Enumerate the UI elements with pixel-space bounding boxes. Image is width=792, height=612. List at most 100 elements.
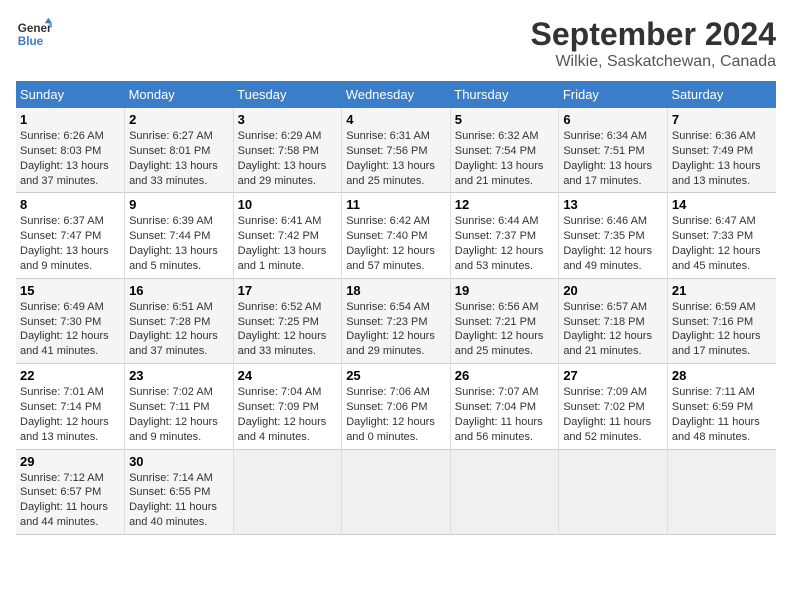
cell-content: Sunrise: 6:44 AM Sunset: 7:37 PM Dayligh… — [455, 214, 555, 273]
calendar-cell — [559, 449, 668, 534]
day-number: 15 — [20, 283, 120, 298]
day-number: 4 — [346, 112, 446, 127]
sunrise-text: Sunrise: 6:49 AM — [20, 301, 104, 313]
weekday-header-row: SundayMondayTuesdayWednesdayThursdayFrid… — [16, 81, 776, 108]
cell-content: Sunrise: 6:32 AM Sunset: 7:54 PM Dayligh… — [455, 129, 555, 188]
calendar-cell: 6 Sunrise: 6:34 AM Sunset: 7:51 PM Dayli… — [559, 108, 668, 193]
calendar-cell: 28 Sunrise: 7:11 AM Sunset: 6:59 PM Dayl… — [667, 364, 776, 449]
day-number: 23 — [129, 368, 229, 383]
daylight-text: Daylight: 13 hours and 29 minutes. — [238, 160, 327, 187]
day-number: 17 — [238, 283, 338, 298]
sunset-text: Sunset: 7:25 PM — [238, 316, 319, 328]
cell-content: Sunrise: 6:51 AM Sunset: 7:28 PM Dayligh… — [129, 300, 229, 359]
daylight-text: Daylight: 11 hours and 44 minutes. — [20, 501, 108, 528]
daylight-text: Daylight: 13 hours and 21 minutes. — [455, 160, 544, 187]
day-number: 24 — [238, 368, 338, 383]
daylight-text: Daylight: 11 hours and 48 minutes. — [672, 416, 760, 443]
sunset-text: Sunset: 6:55 PM — [129, 486, 210, 498]
sunrise-text: Sunrise: 6:29 AM — [238, 130, 322, 142]
day-number: 5 — [455, 112, 555, 127]
sunrise-text: Sunrise: 6:54 AM — [346, 301, 430, 313]
daylight-text: Daylight: 12 hours and 33 minutes. — [238, 330, 327, 357]
day-number: 9 — [129, 197, 229, 212]
calendar-cell: 30 Sunrise: 7:14 AM Sunset: 6:55 PM Dayl… — [125, 449, 234, 534]
daylight-text: Daylight: 13 hours and 17 minutes. — [563, 160, 652, 187]
day-number: 30 — [129, 454, 229, 469]
weekday-header: Friday — [559, 81, 668, 108]
sunrise-text: Sunrise: 6:31 AM — [346, 130, 430, 142]
cell-content: Sunrise: 6:36 AM Sunset: 7:49 PM Dayligh… — [672, 129, 772, 188]
calendar-cell: 7 Sunrise: 6:36 AM Sunset: 7:49 PM Dayli… — [667, 108, 776, 193]
calendar-cell: 29 Sunrise: 7:12 AM Sunset: 6:57 PM Dayl… — [16, 449, 125, 534]
calendar-table: SundayMondayTuesdayWednesdayThursdayFrid… — [16, 81, 776, 535]
calendar-cell: 15 Sunrise: 6:49 AM Sunset: 7:30 PM Dayl… — [16, 278, 125, 363]
sunrise-text: Sunrise: 7:14 AM — [129, 472, 213, 484]
calendar-cell — [233, 449, 342, 534]
sunrise-text: Sunrise: 6:32 AM — [455, 130, 539, 142]
sunrise-text: Sunrise: 6:59 AM — [672, 301, 756, 313]
daylight-text: Daylight: 13 hours and 13 minutes. — [672, 160, 761, 187]
sunset-text: Sunset: 7:33 PM — [672, 230, 753, 242]
calendar-cell: 16 Sunrise: 6:51 AM Sunset: 7:28 PM Dayl… — [125, 278, 234, 363]
weekday-header: Thursday — [450, 81, 559, 108]
day-number: 13 — [563, 197, 663, 212]
calendar-cell: 1 Sunrise: 6:26 AM Sunset: 8:03 PM Dayli… — [16, 108, 125, 193]
calendar-cell: 25 Sunrise: 7:06 AM Sunset: 7:06 PM Dayl… — [342, 364, 451, 449]
cell-content: Sunrise: 7:01 AM Sunset: 7:14 PM Dayligh… — [20, 385, 120, 444]
weekday-header: Tuesday — [233, 81, 342, 108]
sunrise-text: Sunrise: 6:44 AM — [455, 215, 539, 227]
day-number: 1 — [20, 112, 120, 127]
weekday-header: Monday — [125, 81, 234, 108]
calendar-week-row: 22 Sunrise: 7:01 AM Sunset: 7:14 PM Dayl… — [16, 364, 776, 449]
daylight-text: Daylight: 12 hours and 45 minutes. — [672, 245, 761, 272]
weekday-header: Saturday — [667, 81, 776, 108]
day-number: 29 — [20, 454, 120, 469]
sunrise-text: Sunrise: 7:12 AM — [20, 472, 104, 484]
page-header: General Blue September 2024 Wilkie, Sask… — [16, 16, 776, 71]
cell-content: Sunrise: 6:39 AM Sunset: 7:44 PM Dayligh… — [129, 214, 229, 273]
day-number: 14 — [672, 197, 772, 212]
daylight-text: Daylight: 13 hours and 5 minutes. — [129, 245, 218, 272]
calendar-cell: 8 Sunrise: 6:37 AM Sunset: 7:47 PM Dayli… — [16, 193, 125, 278]
sunrise-text: Sunrise: 7:09 AM — [563, 386, 647, 398]
day-number: 7 — [672, 112, 772, 127]
day-number: 16 — [129, 283, 229, 298]
cell-content: Sunrise: 6:29 AM Sunset: 7:58 PM Dayligh… — [238, 129, 338, 188]
sunset-text: Sunset: 7:49 PM — [672, 145, 753, 157]
sunrise-text: Sunrise: 6:34 AM — [563, 130, 647, 142]
sunset-text: Sunset: 7:47 PM — [20, 230, 101, 242]
daylight-text: Daylight: 12 hours and 49 minutes. — [563, 245, 652, 272]
sunset-text: Sunset: 8:01 PM — [129, 145, 210, 157]
cell-content: Sunrise: 6:34 AM Sunset: 7:51 PM Dayligh… — [563, 129, 663, 188]
cell-content: Sunrise: 6:42 AM Sunset: 7:40 PM Dayligh… — [346, 214, 446, 273]
calendar-cell: 18 Sunrise: 6:54 AM Sunset: 7:23 PM Dayl… — [342, 278, 451, 363]
cell-content: Sunrise: 7:07 AM Sunset: 7:04 PM Dayligh… — [455, 385, 555, 444]
sunset-text: Sunset: 7:04 PM — [455, 401, 536, 413]
cell-content: Sunrise: 6:41 AM Sunset: 7:42 PM Dayligh… — [238, 214, 338, 273]
svg-text:Blue: Blue — [18, 35, 44, 48]
sunrise-text: Sunrise: 7:06 AM — [346, 386, 430, 398]
cell-content: Sunrise: 6:37 AM Sunset: 7:47 PM Dayligh… — [20, 214, 120, 273]
daylight-text: Daylight: 12 hours and 9 minutes. — [129, 416, 218, 443]
cell-content: Sunrise: 6:27 AM Sunset: 8:01 PM Dayligh… — [129, 129, 229, 188]
sunrise-text: Sunrise: 6:47 AM — [672, 215, 756, 227]
sunrise-text: Sunrise: 7:04 AM — [238, 386, 322, 398]
sunset-text: Sunset: 7:09 PM — [238, 401, 319, 413]
cell-content: Sunrise: 6:46 AM Sunset: 7:35 PM Dayligh… — [563, 214, 663, 273]
daylight-text: Daylight: 12 hours and 0 minutes. — [346, 416, 435, 443]
sunrise-text: Sunrise: 6:52 AM — [238, 301, 322, 313]
sunrise-text: Sunrise: 6:37 AM — [20, 215, 104, 227]
daylight-text: Daylight: 12 hours and 17 minutes. — [672, 330, 761, 357]
daylight-text: Daylight: 12 hours and 37 minutes. — [129, 330, 218, 357]
daylight-text: Daylight: 12 hours and 53 minutes. — [455, 245, 544, 272]
cell-content: Sunrise: 7:11 AM Sunset: 6:59 PM Dayligh… — [672, 385, 772, 444]
day-number: 25 — [346, 368, 446, 383]
calendar-cell: 19 Sunrise: 6:56 AM Sunset: 7:21 PM Dayl… — [450, 278, 559, 363]
daylight-text: Daylight: 13 hours and 33 minutes. — [129, 160, 218, 187]
daylight-text: Daylight: 12 hours and 29 minutes. — [346, 330, 435, 357]
cell-content: Sunrise: 6:31 AM Sunset: 7:56 PM Dayligh… — [346, 129, 446, 188]
cell-content: Sunrise: 7:12 AM Sunset: 6:57 PM Dayligh… — [20, 471, 120, 530]
daylight-text: Daylight: 12 hours and 41 minutes. — [20, 330, 109, 357]
sunrise-text: Sunrise: 7:07 AM — [455, 386, 539, 398]
daylight-text: Daylight: 13 hours and 9 minutes. — [20, 245, 109, 272]
